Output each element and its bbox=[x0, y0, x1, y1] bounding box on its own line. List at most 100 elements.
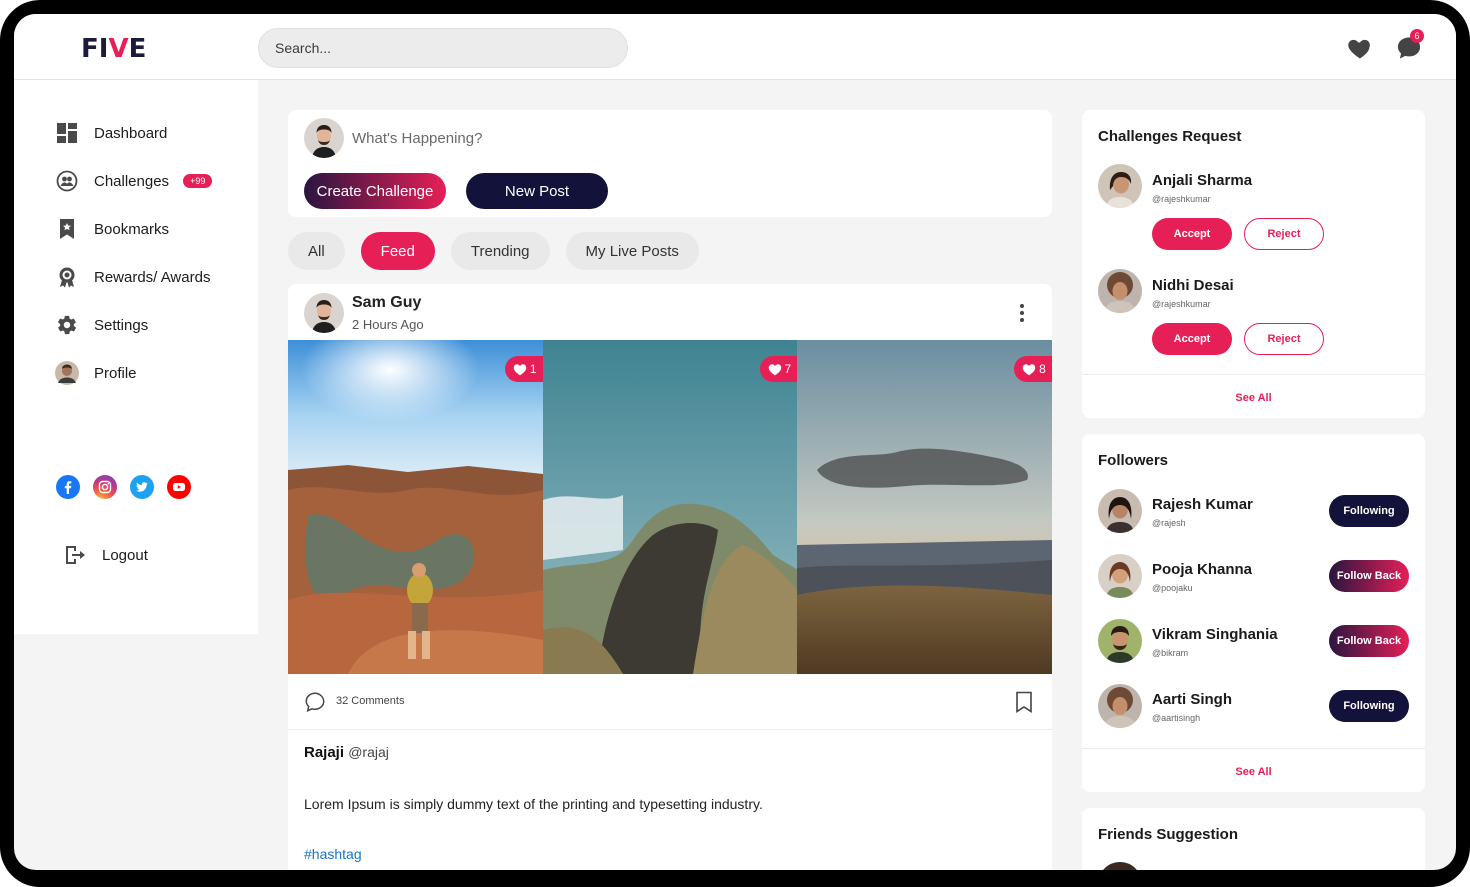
sidebar-item-label: Challenges bbox=[94, 172, 170, 190]
avatar bbox=[304, 118, 344, 158]
sidebar-item-bookmarks[interactable]: Bookmarks bbox=[54, 215, 169, 243]
whats-happening-input[interactable] bbox=[352, 124, 852, 152]
requester-handle: @rajeshkumar bbox=[1152, 194, 1211, 204]
avatar[interactable] bbox=[1098, 684, 1142, 728]
sidebar-item-settings[interactable]: Settings bbox=[54, 311, 148, 339]
youtube-icon[interactable] bbox=[167, 475, 191, 499]
sidebar-item-label: Bookmarks bbox=[94, 220, 170, 238]
sidebar: Dashboard Challenges +99 Bookmarks Rewar… bbox=[14, 80, 258, 634]
avatar[interactable] bbox=[1098, 554, 1142, 598]
device-frame: FIVE 6 Dashboard Challenges +99 Bookmark… bbox=[0, 0, 1470, 887]
tab-my-live-posts[interactable]: My Live Posts bbox=[565, 232, 699, 270]
post-author[interactable]: Sam Guy bbox=[352, 294, 421, 312]
avatar[interactable] bbox=[1098, 619, 1142, 663]
accept-button[interactable]: Accept bbox=[1152, 323, 1232, 355]
heart-icon bbox=[1022, 363, 1036, 375]
post-photos: 1 7 8 bbox=[288, 340, 1052, 674]
follower-name[interactable]: Vikram Singhania bbox=[1152, 626, 1278, 643]
feed-tabs: All Feed Trending My Live Posts bbox=[288, 232, 699, 270]
follow-back-button[interactable]: Follow Back bbox=[1329, 560, 1409, 592]
gear-icon bbox=[54, 312, 80, 338]
follower-handle: @poojaku bbox=[1152, 583, 1193, 593]
avatar[interactable] bbox=[1098, 489, 1142, 533]
tab-all[interactable]: All bbox=[288, 232, 345, 270]
friends-suggestion-panel: Friends Suggestion bbox=[1082, 808, 1425, 870]
logout-label: Logout bbox=[102, 546, 148, 564]
post-photo-valley[interactable]: 8 bbox=[797, 340, 1052, 674]
social-links bbox=[56, 475, 191, 499]
logo[interactable]: FIVE bbox=[81, 34, 146, 64]
following-button[interactable]: Following bbox=[1329, 495, 1409, 527]
see-all-requests-link[interactable]: See All bbox=[1082, 392, 1425, 404]
top-bar: FIVE 6 bbox=[14, 14, 1456, 80]
caption-text: Lorem Ipsum is simply dummy text of the … bbox=[304, 796, 763, 812]
avatar bbox=[54, 360, 80, 386]
caption-handle[interactable]: @rajaj bbox=[348, 744, 389, 760]
heart-icon[interactable] bbox=[1346, 34, 1374, 62]
comment-icon[interactable] bbox=[304, 691, 326, 713]
follower-handle: @bikram bbox=[1152, 648, 1189, 658]
follower-name[interactable]: Pooja Khanna bbox=[1152, 561, 1252, 578]
hashtag-link[interactable]: #hashtag bbox=[304, 846, 362, 862]
sidebar-item-label: Settings bbox=[94, 316, 149, 334]
like-button[interactable]: 8 bbox=[1014, 356, 1052, 382]
sidebar-item-label: Rewards/ Awards bbox=[94, 268, 211, 286]
notification-badge: 6 bbox=[1410, 29, 1424, 43]
comments-count[interactable]: 32 Comments bbox=[336, 695, 404, 707]
bookmark-icon[interactable] bbox=[1014, 691, 1034, 713]
accept-button[interactable]: Accept bbox=[1152, 218, 1232, 250]
post-time: 2 Hours Ago bbox=[352, 317, 424, 332]
sidebar-item-challenges[interactable]: Challenges +99 bbox=[54, 167, 213, 195]
sidebar-item-label: Profile bbox=[94, 364, 137, 382]
sidebar-item-rewards[interactable]: Rewards/ Awards bbox=[54, 263, 210, 291]
like-button[interactable]: 7 bbox=[759, 356, 798, 382]
tab-trending[interactable]: Trending bbox=[450, 232, 550, 270]
composer-card: Create Challenge New Post bbox=[288, 110, 1052, 217]
post-photo-canyon[interactable]: 1 bbox=[288, 340, 543, 674]
follow-back-button[interactable]: Follow Back bbox=[1329, 625, 1409, 657]
see-all-followers-link[interactable]: See All bbox=[1082, 766, 1425, 778]
logout-button[interactable]: Logout bbox=[62, 541, 148, 569]
avatar[interactable] bbox=[1098, 269, 1142, 313]
post-card: Sam Guy 2 Hours Ago 1 7 8 32 Comments Ra… bbox=[288, 284, 1052, 870]
followers-panel: Followers Rajesh Kumar @rajesh Following… bbox=[1082, 434, 1425, 792]
requester-name[interactable]: Nidhi Desai bbox=[1152, 277, 1234, 294]
requester-handle: @rajeshkumar bbox=[1152, 299, 1211, 309]
tab-feed[interactable]: Feed bbox=[360, 232, 435, 270]
challenges-badge: +99 bbox=[183, 174, 213, 188]
divider bbox=[1082, 748, 1425, 749]
like-count: 7 bbox=[784, 362, 792, 376]
new-post-button[interactable]: New Post bbox=[466, 173, 608, 209]
app-screen: FIVE 6 Dashboard Challenges +99 Bookmark… bbox=[14, 14, 1456, 870]
challenge-requests-panel: Challenges Request Anjali Sharma @rajesh… bbox=[1082, 110, 1425, 418]
caption-username[interactable]: Rajaji bbox=[304, 744, 344, 761]
award-icon bbox=[54, 264, 80, 290]
create-challenge-button[interactable]: Create Challenge bbox=[304, 173, 446, 209]
instagram-icon[interactable] bbox=[93, 475, 117, 499]
bookmark-icon bbox=[54, 216, 80, 242]
avatar[interactable] bbox=[1098, 164, 1142, 208]
twitter-icon[interactable] bbox=[130, 475, 154, 499]
reject-button[interactable]: Reject bbox=[1244, 323, 1324, 355]
follower-name[interactable]: Aarti Singh bbox=[1152, 691, 1232, 708]
heart-icon bbox=[513, 363, 527, 375]
post-photo-cliff[interactable]: 7 bbox=[542, 340, 798, 674]
sidebar-item-profile[interactable]: Profile bbox=[54, 359, 137, 387]
sidebar-item-dashboard[interactable]: Dashboard bbox=[54, 119, 167, 147]
facebook-icon[interactable] bbox=[56, 475, 80, 499]
following-button[interactable]: Following bbox=[1329, 690, 1409, 722]
panel-title: Challenges Request bbox=[1098, 128, 1242, 145]
follower-name[interactable]: Rajesh Kumar bbox=[1152, 496, 1253, 513]
like-button[interactable]: 1 bbox=[504, 356, 543, 382]
like-count: 1 bbox=[529, 362, 537, 376]
divider bbox=[1082, 374, 1425, 375]
reject-button[interactable]: Reject bbox=[1244, 218, 1324, 250]
panel-title: Followers bbox=[1098, 452, 1169, 469]
requester-name[interactable]: Anjali Sharma bbox=[1152, 172, 1252, 189]
more-options-icon[interactable] bbox=[1012, 302, 1032, 324]
follower-handle: @rajesh bbox=[1152, 518, 1186, 528]
avatar[interactable] bbox=[1098, 862, 1142, 870]
search-input[interactable] bbox=[258, 28, 628, 68]
avatar[interactable] bbox=[304, 293, 344, 333]
dashboard-icon bbox=[54, 120, 80, 146]
